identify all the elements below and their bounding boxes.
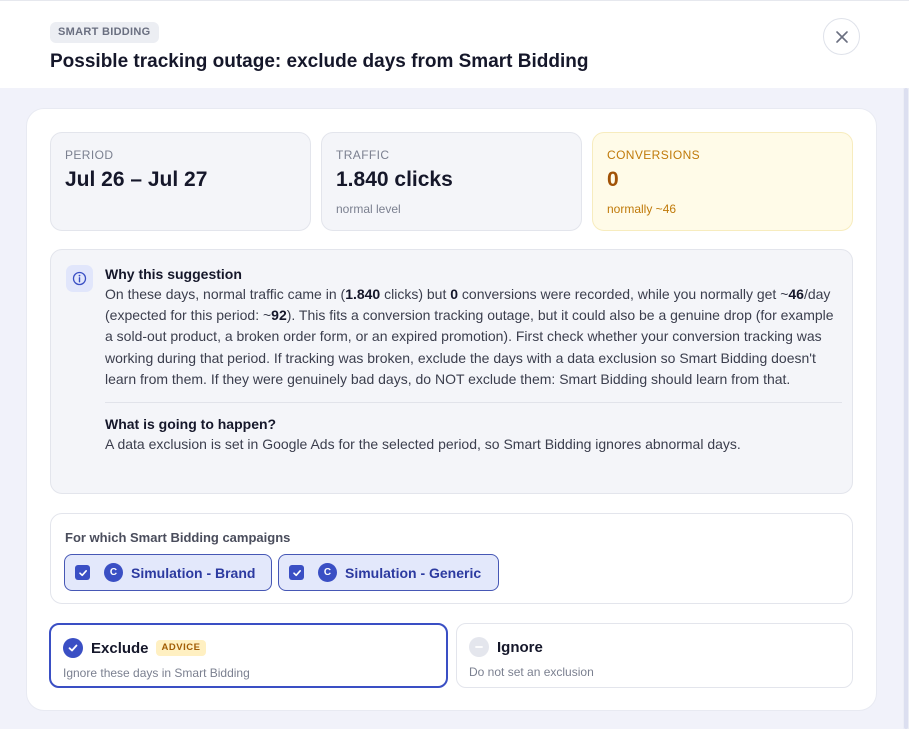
modal-title: Possible tracking outage: exclude days f… bbox=[50, 51, 589, 72]
check-circle-icon bbox=[63, 638, 83, 658]
stat-conversions: CONVERSIONS 0 normally ~46 bbox=[592, 132, 853, 231]
why-text-part: On these days, normal traffic came in ( bbox=[105, 286, 346, 302]
campaign-name: Simulation - Brand bbox=[131, 564, 256, 581]
option-ignore-row: Ignore bbox=[469, 637, 543, 657]
scrollbar[interactable] bbox=[903, 88, 909, 729]
checkbox[interactable] bbox=[75, 565, 90, 580]
why-text-clicks: 1.840 bbox=[345, 286, 381, 302]
why-text: On these days, normal traffic came in (1… bbox=[105, 284, 842, 390]
close-icon bbox=[835, 30, 848, 43]
option-ignore[interactable]: Ignore Do not set an exclusion bbox=[456, 623, 853, 688]
info-box: Why this suggestion On these days, norma… bbox=[50, 249, 853, 494]
info-icon bbox=[66, 265, 93, 292]
info-content: Why this suggestion On these days, norma… bbox=[105, 266, 842, 455]
campaign-chip-generic[interactable]: C Simulation - Generic bbox=[278, 554, 499, 591]
option-exclude-row: Exclude ADVICE bbox=[63, 638, 207, 658]
campaign-selector: For which Smart Bidding campaigns C Simu… bbox=[50, 513, 853, 604]
option-ignore-title: Ignore bbox=[497, 638, 543, 656]
campaign-avatar: C bbox=[104, 563, 123, 582]
stat-period-label: PERIOD bbox=[65, 148, 114, 162]
campaigns-label: For which Smart Bidding campaigns bbox=[65, 530, 291, 545]
option-exclude-sub: Ignore these days in Smart Bidding bbox=[63, 666, 250, 680]
why-title: Why this suggestion bbox=[105, 266, 242, 282]
modal-header: SMART BIDDING Possible tracking outage: … bbox=[0, 0, 909, 88]
stat-conversions-value: 0 bbox=[607, 168, 619, 191]
stat-period: PERIOD Jul 26 – Jul 27 bbox=[50, 132, 311, 231]
happen-text: A data exclusion is set in Google Ads fo… bbox=[105, 436, 741, 453]
stat-traffic-label: TRAFFIC bbox=[336, 148, 390, 162]
advice-badge: ADVICE bbox=[155, 640, 207, 656]
stat-conversions-label: CONVERSIONS bbox=[607, 148, 701, 162]
divider bbox=[105, 402, 842, 404]
stat-traffic-sub: normal level bbox=[336, 202, 401, 216]
why-text-conversions: 0 bbox=[450, 286, 459, 302]
category-badge: SMART BIDDING bbox=[50, 22, 159, 43]
why-text-normal: 46 bbox=[788, 286, 804, 302]
stat-period-value: Jul 26 – Jul 27 bbox=[65, 168, 208, 191]
check-icon bbox=[292, 569, 301, 576]
stat-conversions-sub: normally ~46 bbox=[607, 202, 677, 216]
campaign-name: Simulation - Generic bbox=[345, 564, 482, 581]
stat-traffic-value: 1.840 clicks bbox=[336, 168, 453, 191]
scrollbar-thumb[interactable] bbox=[904, 88, 908, 729]
close-button[interactable] bbox=[823, 18, 860, 55]
happen-title: What is going to happen? bbox=[105, 416, 277, 433]
campaign-chip-brand[interactable]: C Simulation - Brand bbox=[64, 554, 272, 591]
why-text-expected: 92 bbox=[271, 307, 287, 324]
campaign-avatar: C bbox=[318, 563, 337, 582]
checkbox[interactable] bbox=[289, 565, 304, 580]
why-text-part: conversions were recorded, while you nor… bbox=[458, 286, 789, 302]
option-exclude-title: Exclude bbox=[91, 639, 149, 657]
minus-circle-icon bbox=[469, 637, 489, 657]
stat-traffic: TRAFFIC 1.840 clicks normal level bbox=[321, 132, 582, 231]
option-ignore-sub: Do not set an exclusion bbox=[469, 665, 594, 679]
option-exclude[interactable]: Exclude ADVICE Ignore these days in Smar… bbox=[49, 623, 448, 688]
check-icon bbox=[78, 569, 87, 576]
why-text-part: clicks) but bbox=[380, 286, 451, 302]
